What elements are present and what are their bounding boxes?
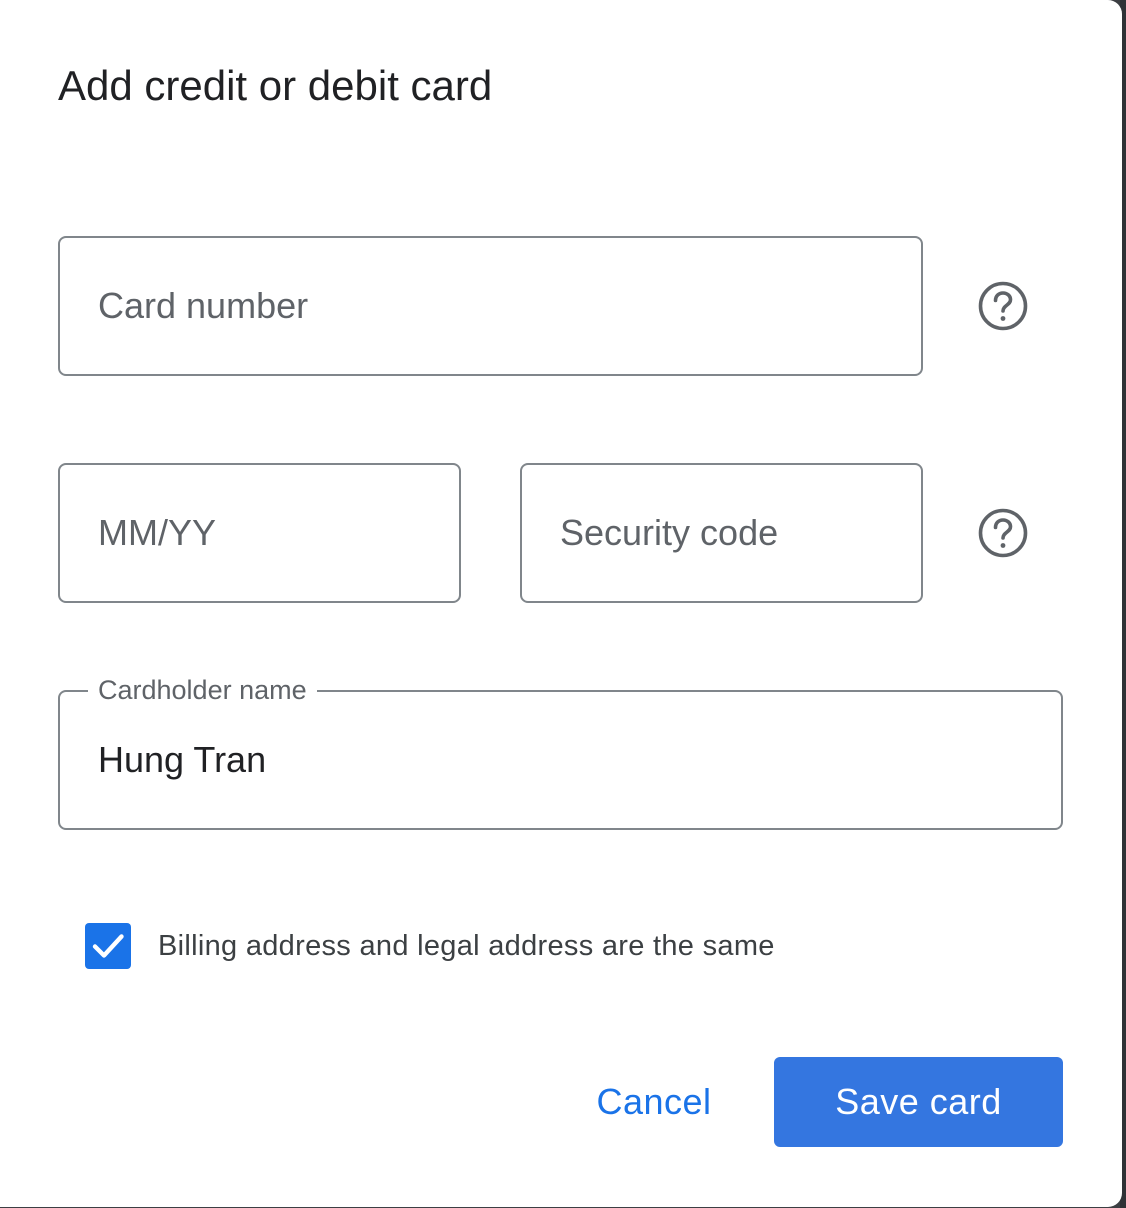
billing-same-label[interactable]: Billing address and legal address are th… xyxy=(158,926,775,966)
expiry-placeholder: MM/YY xyxy=(98,512,217,553)
card-number-placeholder: Card number xyxy=(98,285,309,326)
save-card-button[interactable]: Save card xyxy=(774,1057,1063,1147)
security-code-field[interactable]: Security code xyxy=(520,463,923,603)
add-card-dialog: Add credit or debit card Card number MM/… xyxy=(0,0,1122,1207)
security-code-help-icon[interactable] xyxy=(976,506,1030,560)
expiry-date-field[interactable]: MM/YY xyxy=(58,463,461,603)
card-number-field[interactable]: Card number xyxy=(58,236,923,376)
cancel-button[interactable]: Cancel xyxy=(570,1058,738,1146)
card-number-help-icon[interactable] xyxy=(976,279,1030,333)
billing-same-checkbox[interactable] xyxy=(85,923,131,969)
dialog-title: Add credit or debit card xyxy=(58,62,493,109)
security-code-placeholder: Security code xyxy=(560,512,779,553)
cardholder-name-label: Cardholder name xyxy=(88,670,317,710)
cardholder-name-field[interactable]: Cardholder name Hung Tran xyxy=(58,670,1063,830)
check-icon xyxy=(92,934,124,958)
cardholder-name-value: Hung Tran xyxy=(98,739,267,780)
